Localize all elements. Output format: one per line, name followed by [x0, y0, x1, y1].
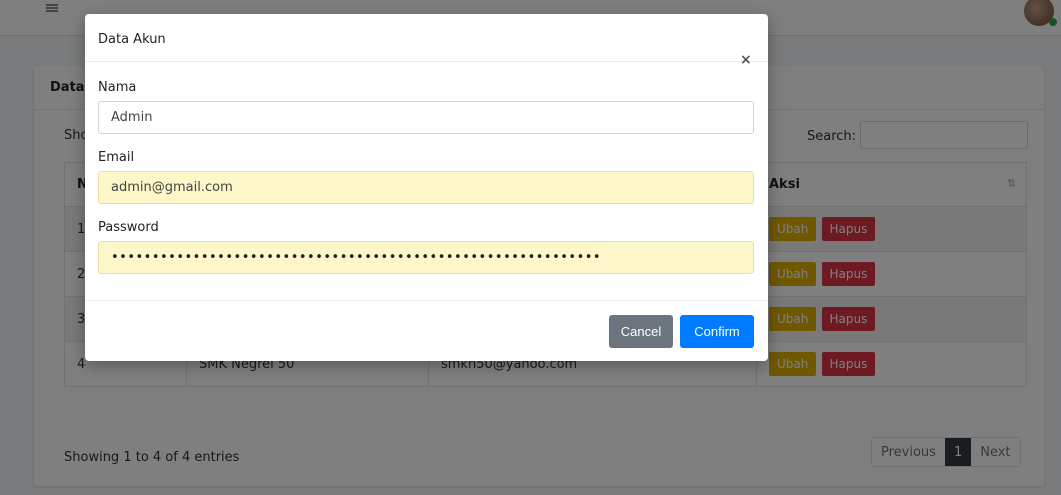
- close-icon[interactable]: ×: [740, 52, 752, 68]
- email-label: Email: [98, 150, 135, 165]
- name-label: Nama: [98, 80, 137, 95]
- cancel-button[interactable]: Cancel: [609, 315, 673, 348]
- password-value: ••••••••••••••••••••••••••••••••••••••••…: [111, 250, 602, 265]
- email-field[interactable]: admin@gmail.com: [98, 171, 754, 204]
- modal-footer: Cancel Confirm: [85, 300, 768, 361]
- account-modal: Data Akun × Nama Admin Email admin@gmail…: [85, 14, 768, 361]
- email-value: admin@gmail.com: [111, 180, 233, 195]
- modal-header: Data Akun ×: [85, 14, 768, 68]
- confirm-button[interactable]: Confirm: [680, 315, 754, 348]
- modal-title: Data Akun: [98, 32, 166, 47]
- name-field[interactable]: Admin: [98, 101, 754, 134]
- password-label: Password: [98, 220, 159, 235]
- name-value: Admin: [111, 110, 153, 125]
- password-field[interactable]: ••••••••••••••••••••••••••••••••••••••••…: [98, 241, 754, 274]
